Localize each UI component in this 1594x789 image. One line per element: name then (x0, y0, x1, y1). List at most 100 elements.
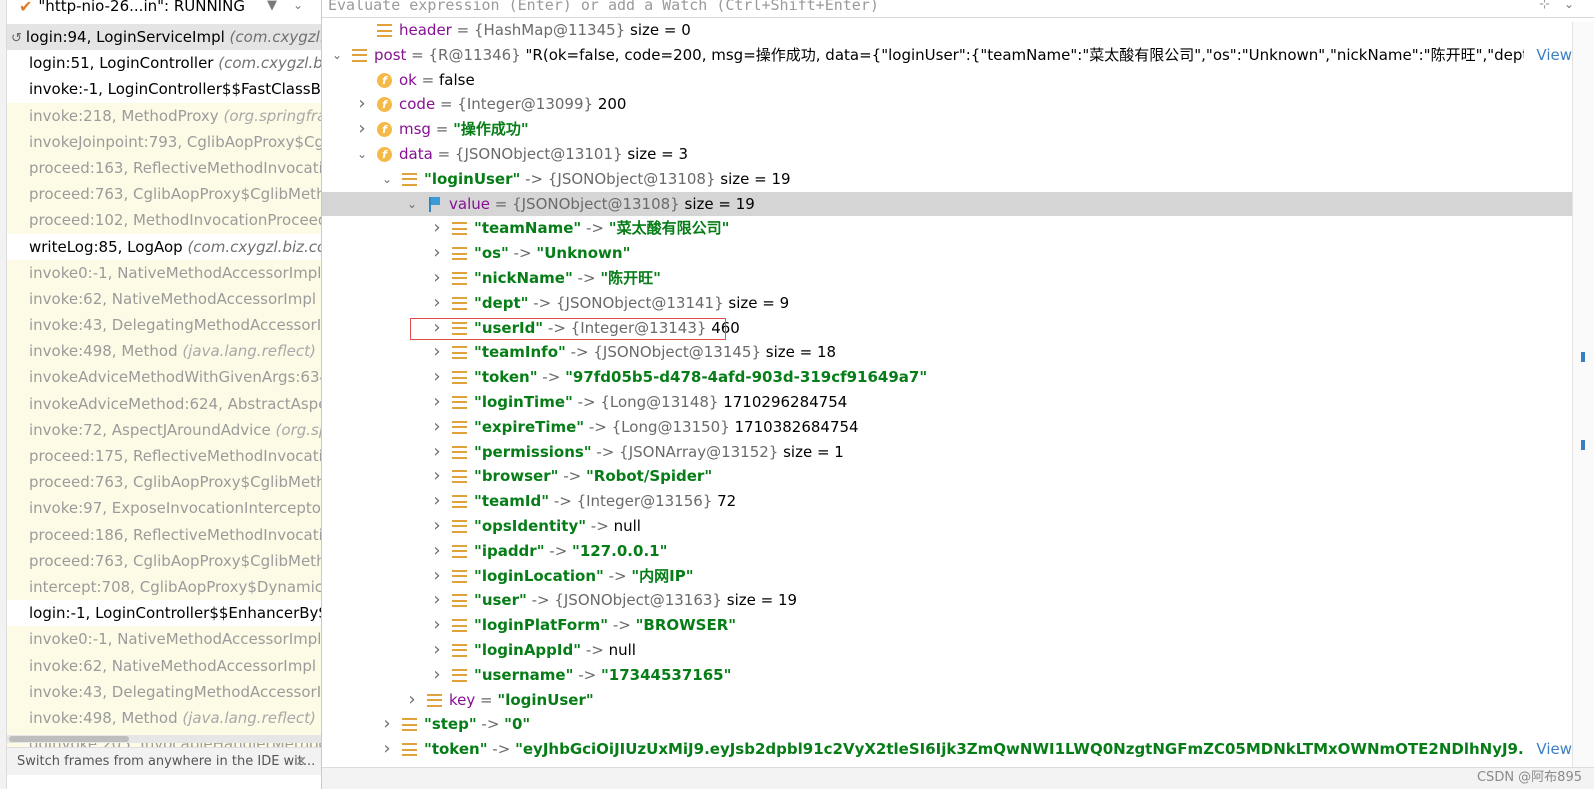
stack-frame[interactable]: invoke:498, Method (java.lang.reflect) (7, 704, 321, 732)
variable-row[interactable]: › key = "loginUser" (322, 688, 1572, 713)
expand-arrow-icon[interactable]: › (380, 737, 394, 762)
stack-frame[interactable]: proceed:163, ReflectiveMethodInvocati (7, 154, 321, 182)
stack-frame[interactable]: invokeAdviceMethod:624, AbstractAspe (7, 390, 321, 417)
expand-arrow-icon[interactable]: › (430, 464, 444, 489)
stack-frame[interactable]: invoke:97, ExposeInvocationInterceptor (7, 495, 321, 522)
chevron-down-icon[interactable]: ⌄ (293, 0, 303, 12)
stack-frame[interactable]: proceed:102, MethodInvocationProceed (7, 207, 321, 234)
variable-row[interactable]: ⌄ "loginUser" -> {JSONObject@13108} size … (322, 167, 1572, 192)
variable-name: "token" (474, 368, 538, 387)
stack-frame[interactable]: invoke:498, Method (java.lang.reflect) (7, 338, 321, 365)
variable-row[interactable]: › "nickName" -> "陈开旺" (322, 266, 1572, 291)
stack-frame[interactable]: writeLog:85, LogAop (com.cxygzl.biz.co (7, 234, 321, 260)
variable-row[interactable]: › "step" -> "0" (322, 712, 1572, 737)
expand-arrow-icon[interactable]: › (430, 291, 444, 316)
expand-arrow-icon[interactable]: › (430, 539, 444, 564)
expand-arrow-icon[interactable]: › (430, 266, 444, 291)
stack-frame[interactable]: proceed:763, CglibAopProxy$CglibMeth (7, 469, 321, 496)
stack-frame[interactable]: invoke:43, DelegatingMethodAccessorIn (7, 312, 321, 339)
variable-row[interactable]: › f code = {Integer@13099} 200 (322, 92, 1572, 117)
expand-arrow-icon[interactable]: › (430, 663, 444, 688)
collapse-arrow-icon[interactable]: ⌄ (405, 192, 419, 217)
expand-arrow-icon[interactable]: › (430, 514, 444, 539)
stack-frame[interactable]: invoke0:-1, NativeMethodAccessorImpl (7, 626, 321, 653)
chevron-down-icon[interactable]: ⌄ (1564, 0, 1574, 11)
variable-row[interactable]: › "teamId" -> {Integer@13156} 72 (322, 489, 1572, 514)
variable-row[interactable]: › "os" -> "Unknown" (322, 241, 1572, 266)
expand-arrow-icon[interactable]: › (405, 688, 419, 713)
stack-frame[interactable]: proceed:763, CglibAopProxy$CglibMeth (7, 181, 321, 208)
variable-row[interactable]: › "userId" -> {Integer@13143} 460 (322, 316, 1572, 341)
expand-arrow-icon[interactable]: › (430, 564, 444, 589)
horizontal-scrollbar[interactable] (322, 767, 1594, 789)
vertical-scrollbar[interactable] (1572, 22, 1594, 767)
variable-row[interactable]: f ok = false (322, 68, 1572, 93)
stack-frame[interactable]: invokeJoinpoint:793, CglibAopProxy$Cg (7, 128, 321, 155)
variable-row[interactable]: › "permissions" -> {JSONArray@13152} size… (322, 440, 1572, 465)
variable-row[interactable]: › "loginLocation" -> "内网IP" (322, 564, 1572, 589)
variable-row[interactable]: › "loginTime" -> {Long@13148} 17102962847… (322, 390, 1572, 415)
stack-frame[interactable]: login:51, LoginController (com.cxygzl.bi… (7, 50, 321, 76)
stack-frame[interactable]: invokeAdviceMethodWithGivenArgs:634 (7, 364, 321, 391)
close-icon[interactable]: ✕ (295, 754, 307, 770)
stack-frame[interactable]: invoke:218, MethodProxy (org.springfra (7, 102, 321, 129)
expand-arrow-icon[interactable]: › (430, 440, 444, 465)
expand-arrow-icon[interactable]: › (430, 365, 444, 390)
add-watch-icon[interactable]: ⊹ (1539, 0, 1550, 12)
variable-row[interactable]: › "username" -> "17344537165" (322, 663, 1572, 688)
variable-row[interactable]: ⌄ post = {R@11346} "R(ok=false, code=200,… (322, 42, 1572, 68)
variable-row[interactable]: › "loginPlatForm" -> "BROWSER" (322, 613, 1572, 638)
variable-row[interactable]: › "expireTime" -> {Long@13150} 1710382684… (322, 415, 1572, 440)
evaluate-expression-field[interactable]: Evaluate expression (Enter) or add a Wat… (322, 0, 1594, 18)
stack-frame[interactable]: invoke:72, AspectJAroundAdvice (org.sp (7, 416, 321, 443)
expand-arrow-icon[interactable]: › (430, 613, 444, 638)
variable-row[interactable]: › "opsIdentity" -> null (322, 514, 1572, 539)
stack-frame[interactable]: invoke:62, NativeMethodAccessorImpl ( (7, 285, 321, 313)
expand-arrow-icon[interactable]: › (430, 216, 444, 241)
stack-frame[interactable]: invoke0:-1, NativeMethodAccessorImpl (7, 259, 321, 286)
filter-icon[interactable]: ▼ (267, 0, 277, 13)
stack-frame[interactable]: proceed:186, ReflectiveMethodInvocatio (7, 521, 321, 548)
expand-arrow-icon[interactable]: › (430, 241, 444, 266)
expand-arrow-icon[interactable]: › (430, 390, 444, 415)
collapse-arrow-icon[interactable]: ⌄ (380, 167, 394, 192)
view-link[interactable]: View (1530, 737, 1572, 762)
stack-frame[interactable]: proceed:763, CglibAopProxy$CglibMeth (7, 547, 321, 574)
expand-arrow-icon[interactable]: › (430, 638, 444, 663)
expand-arrow-icon[interactable]: › (430, 588, 444, 613)
thread-selector[interactable]: ✔ "http-nio-26...in": RUNNING ▼ ⌄ (7, 0, 321, 20)
variable-row[interactable]: › "token" -> "eyJhbGciOiJIUzUxMiJ9.eyJsb2… (322, 737, 1572, 762)
stack-frame[interactable]: invoke:-1, LoginController$$FastClassByS (7, 76, 321, 102)
stack-frame[interactable]: invoke:62, NativeMethodAccessorImpl ( (7, 652, 321, 679)
expand-arrow-icon[interactable]: › (430, 415, 444, 440)
variable-row[interactable]: › "teamName" -> "菜太酸有限公司" (322, 216, 1572, 241)
stack-frame[interactable]: intercept:708, CglibAopProxy$DynamicA (7, 573, 321, 601)
variable-row[interactable]: › f msg = "操作成功" (322, 117, 1572, 142)
stack-frame[interactable]: proceed:175, ReflectiveMethodInvocatio (7, 443, 321, 470)
expand-arrow-icon[interactable]: › (355, 92, 369, 117)
variable-row[interactable]: › "user" -> {JSONObject@13163} size = 19 (322, 588, 1572, 613)
stack-frame[interactable]: invoke:43, DelegatingMethodAccessorIn (7, 678, 321, 705)
variable-row[interactable]: › "browser" -> "Robot/Spider" (322, 464, 1572, 489)
expand-arrow-icon[interactable]: › (430, 489, 444, 514)
collapse-arrow-icon[interactable]: ⌄ (330, 43, 344, 68)
variable-name: "teamId" (474, 492, 550, 511)
collapse-arrow-icon[interactable]: ⌄ (355, 142, 369, 167)
expand-arrow-icon[interactable]: › (355, 117, 369, 142)
scroll-thumb[interactable] (9, 736, 129, 742)
variable-row[interactable]: ⌄ f data = {JSONObject@13101} size = 3 (322, 142, 1572, 167)
variable-row[interactable]: header = {HashMap@11345} size = 0 (322, 18, 1572, 43)
stack-frame[interactable]: login:-1, LoginController$$EnhancerBySp (7, 600, 321, 626)
variable-row[interactable]: › "dept" -> {JSONObject@13141} size = 9 (322, 291, 1572, 316)
variable-row[interactable]: › "loginAppId" -> null (322, 638, 1572, 663)
expand-arrow-icon[interactable]: › (430, 340, 444, 365)
frames-horizontal-scrollbar[interactable] (7, 735, 321, 743)
variable-row[interactable]: › "token" -> "97fd05b5-d478-4afd-903d-319… (322, 365, 1572, 390)
variable-row[interactable]: ⌄ value = {JSONObject@13108} size = 19 (322, 191, 1572, 217)
expand-arrow-icon[interactable]: › (380, 712, 394, 737)
variable-row[interactable]: › "teamInfo" -> {JSONObject@13145} size =… (322, 340, 1572, 365)
stack-frame[interactable]: ↺login:94, LoginServiceImpl (com.cxygzl.… (7, 24, 321, 51)
variable-row[interactable]: › "ipaddr" -> "127.0.0.1" (322, 539, 1572, 564)
frame-method: invoke:72, AspectJAroundAdvice (29, 420, 271, 439)
view-link[interactable]: View (1530, 42, 1572, 68)
